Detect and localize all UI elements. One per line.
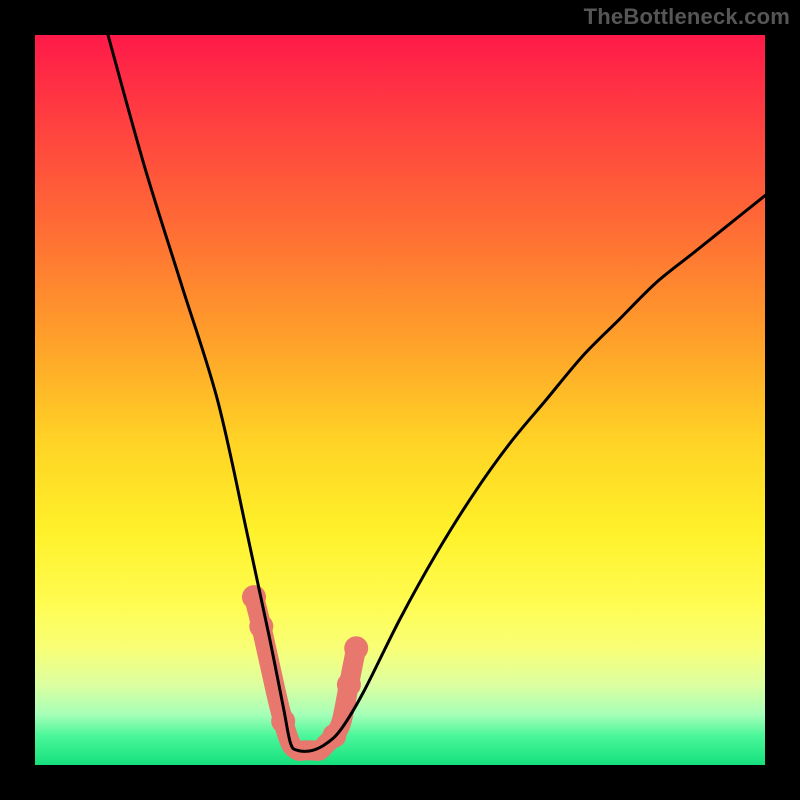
marker-group [242, 585, 368, 751]
plot-area [35, 35, 765, 765]
watermark-text: TheBottleneck.com [584, 4, 790, 30]
chart-svg [35, 35, 765, 765]
bottleneck-curve-path [108, 35, 765, 751]
chart-frame: TheBottleneck.com [0, 0, 800, 800]
marker-dot [337, 673, 361, 697]
marker-dot [344, 636, 368, 660]
